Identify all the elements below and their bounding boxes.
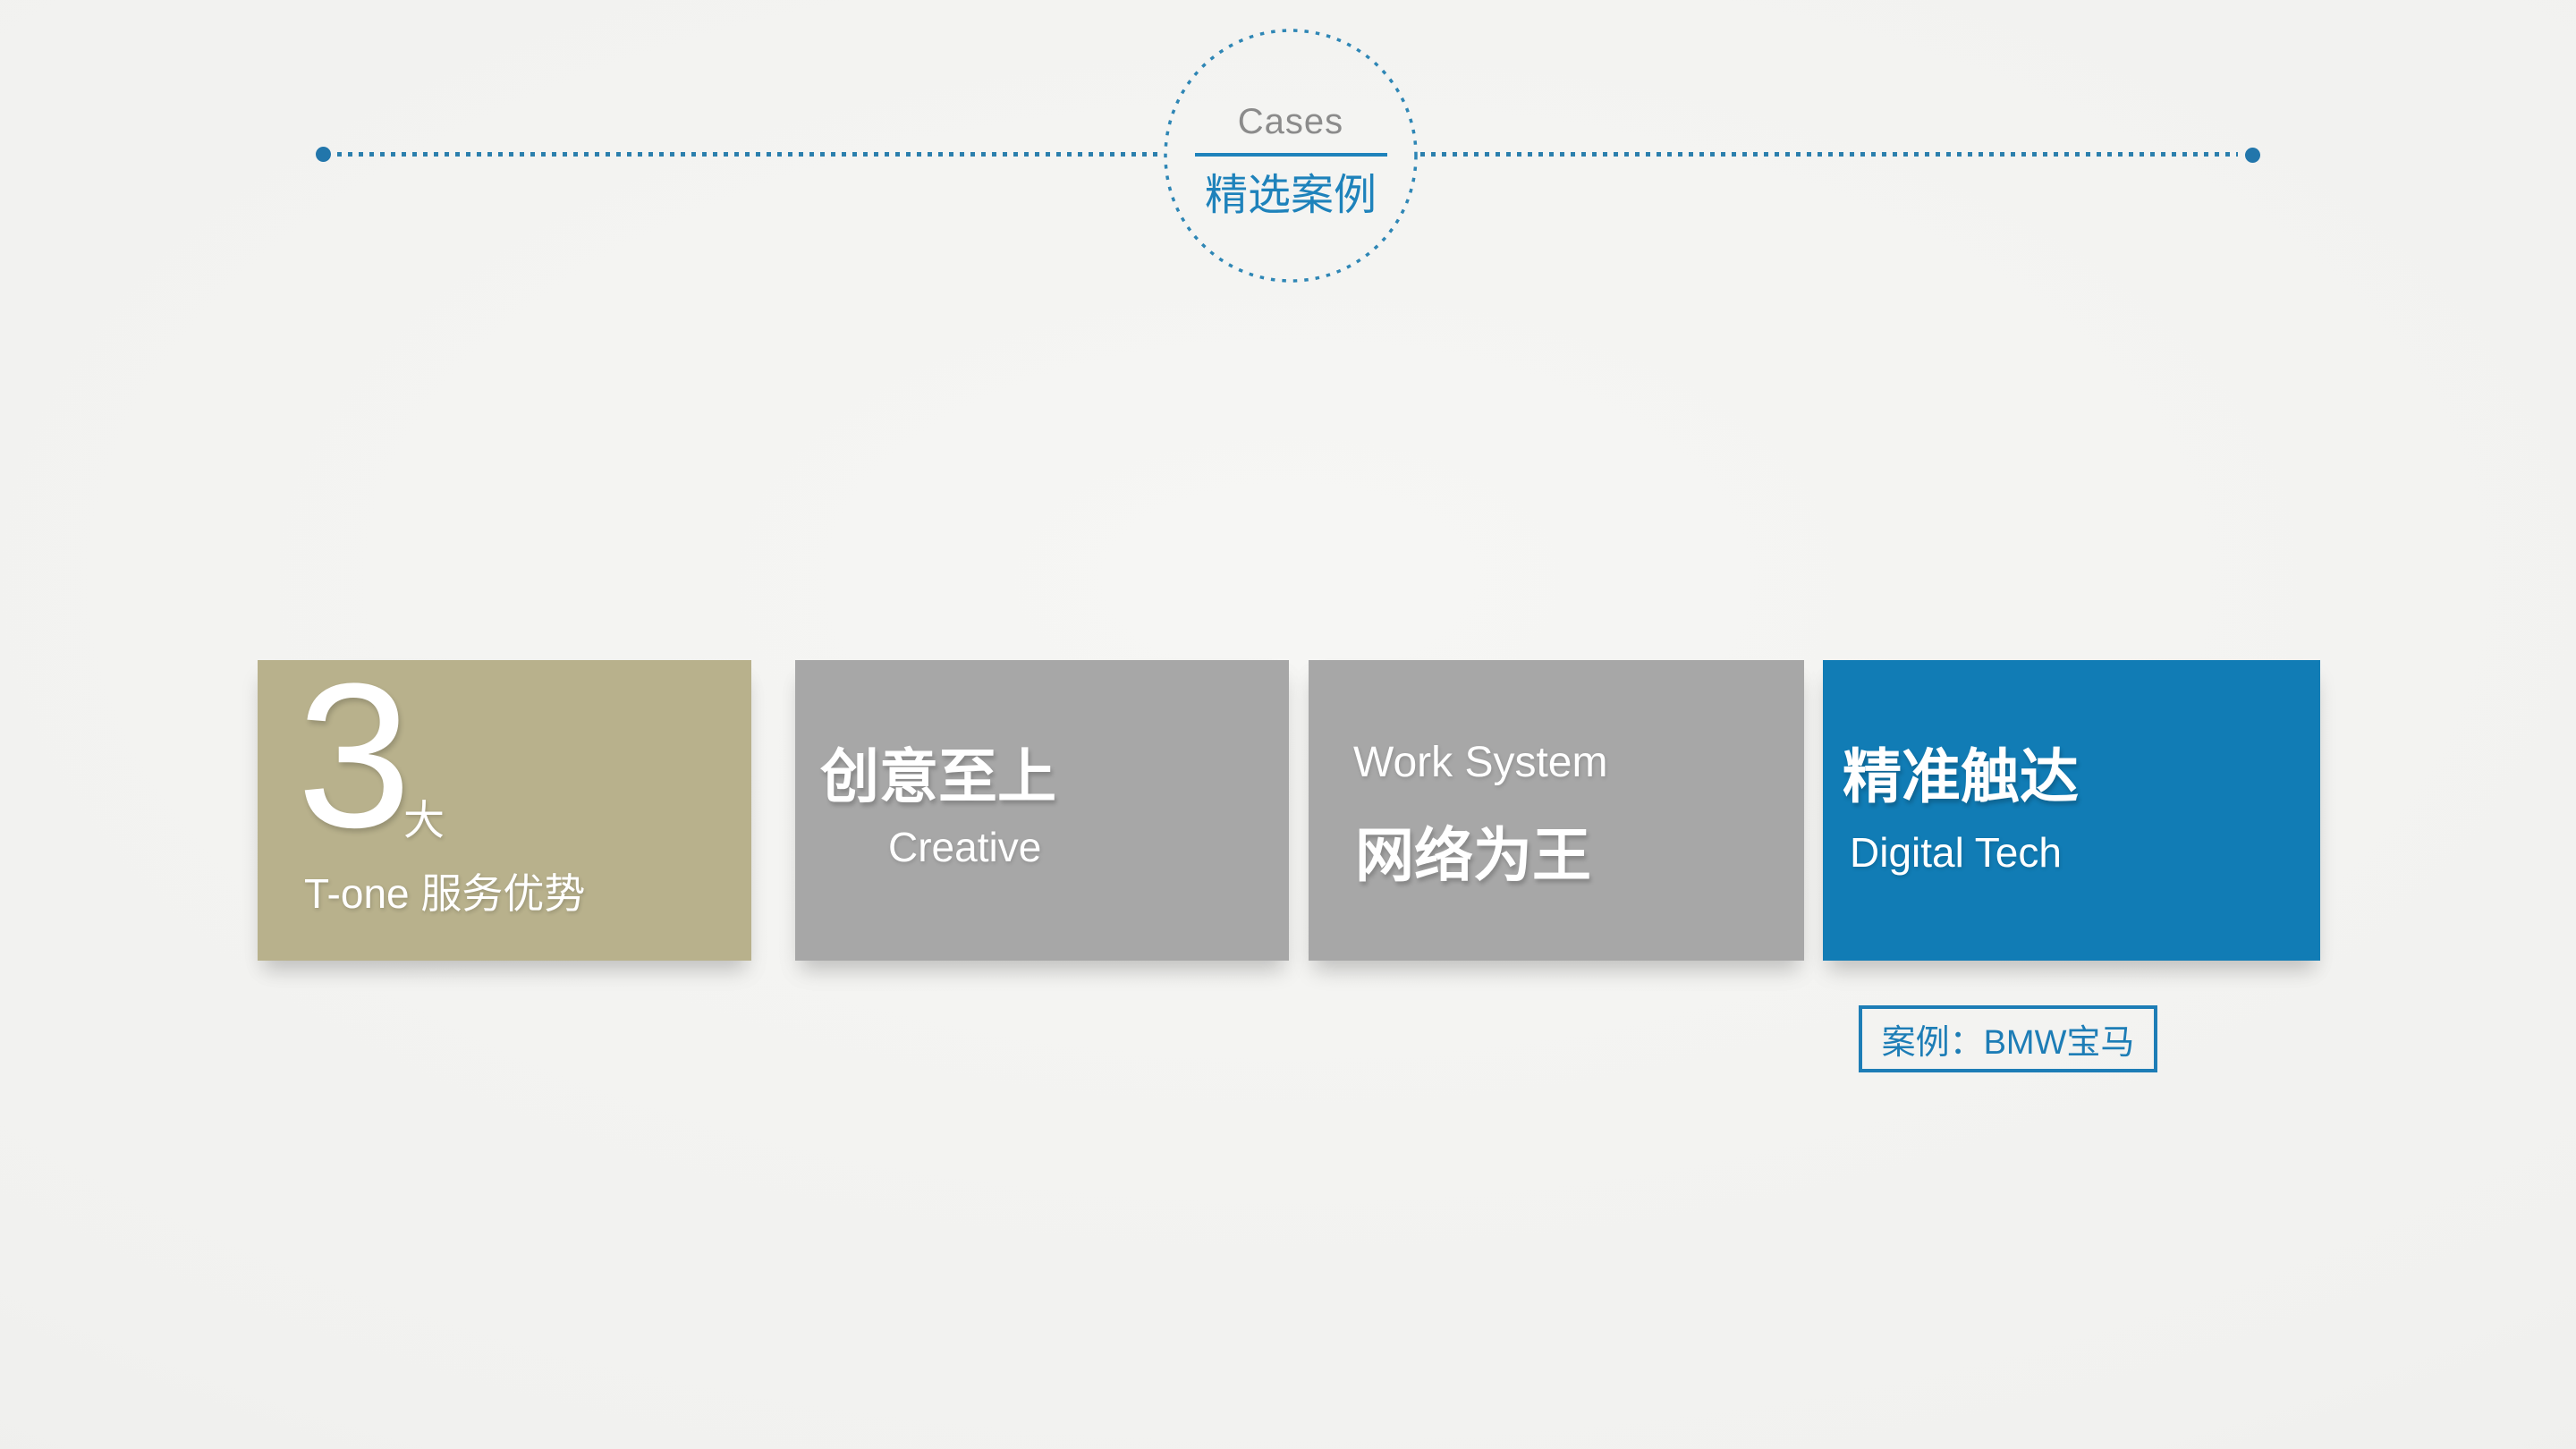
dotted-rule-left (337, 152, 1161, 157)
advantages-number-suffix: 大 (403, 797, 445, 843)
section-title-en: Cases (1237, 102, 1344, 141)
card-digital-tech: 精准触达 Digital Tech (1823, 660, 2320, 961)
advantages-number: 3 (297, 640, 411, 870)
case-tag: 案例：BMW宝马 (1859, 1005, 2157, 1072)
section-title-zh: 精选案例 (1204, 172, 1377, 219)
digital-tech-subtitle-en: Digital Tech (1850, 829, 2062, 876)
work-system-eyebrow-en: Work System (1353, 739, 1608, 786)
title-divider-line (1195, 153, 1387, 157)
advantages-caption: T-one 服务优势 (304, 870, 586, 917)
creative-subtitle-en: Creative (888, 824, 1042, 870)
rule-endpoint-dot-right (2245, 148, 2260, 163)
creative-title-zh: 创意至上 (820, 743, 1056, 809)
digital-tech-title-zh: 精准触达 (1843, 743, 2079, 809)
card-creative: 创意至上 Creative (795, 660, 1289, 961)
case-tag-label: 案例：BMW宝马 (1881, 1024, 2135, 1062)
card-work-system: Work System 网络为王 (1309, 660, 1804, 961)
section-title-circle: Cases 精选案例 (1163, 28, 1419, 284)
rule-endpoint-dot-left (316, 147, 331, 162)
dotted-rule-right (1420, 152, 2238, 157)
work-system-title-zh: 网络为王 (1355, 822, 1591, 888)
card-advantages: 3 大 T-one 服务优势 (258, 653, 751, 961)
